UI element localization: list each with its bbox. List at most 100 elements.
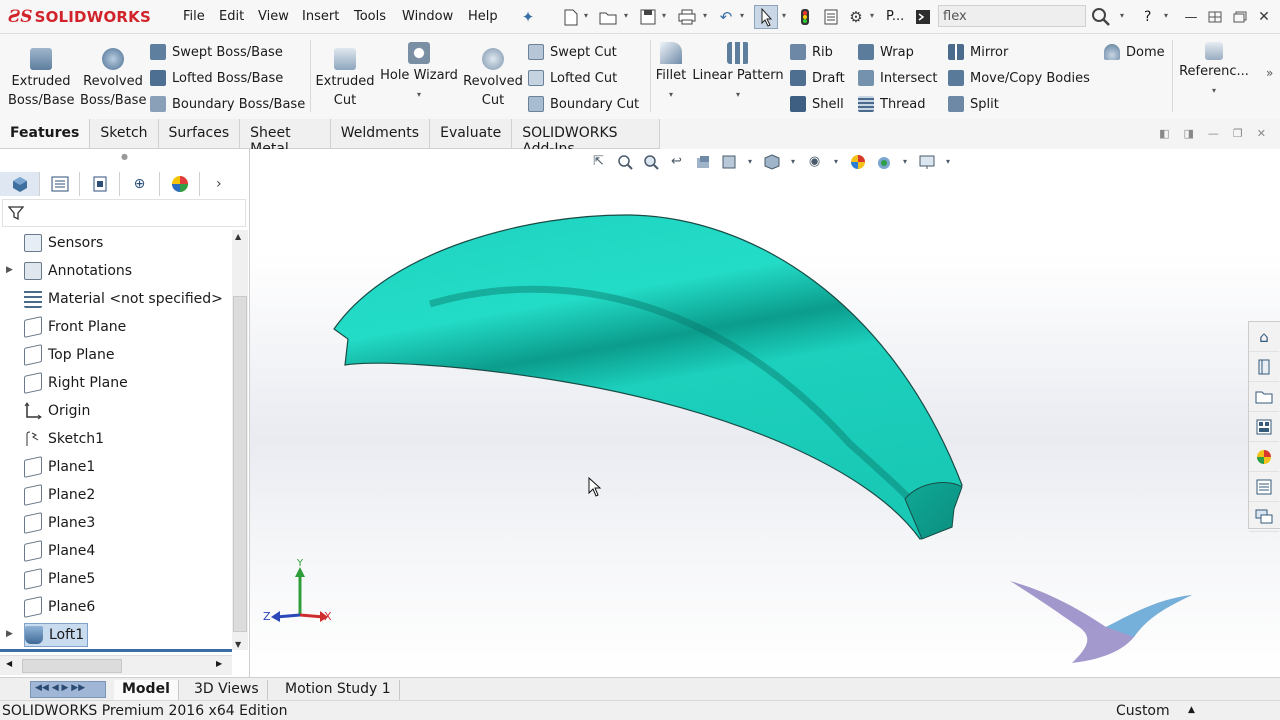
solidworks-logo[interactable]: ƧS SOLIDWORKS [8,3,154,31]
doc-tile-icon[interactable]: ◨ [1184,127,1194,140]
reference-geometry-button[interactable]: Referenc... ▾ [1178,42,1250,100]
thread-button[interactable]: Thread [858,94,925,114]
revolved-boss-button[interactable]: Revolved Boss/Base [80,48,146,110]
menu-file[interactable]: File [183,9,205,24]
tab-evaluate[interactable]: Evaluate [430,119,513,148]
tree-horizontal-scrollbar[interactable]: ◀ ▶ [0,655,232,675]
new-caret-icon[interactable]: ▾ [584,11,588,20]
tab-features[interactable]: Features [0,119,91,148]
more-commands-chevron-icon[interactable]: » [1266,66,1273,80]
expand-arrow-icon[interactable]: ▶ [6,265,13,275]
open-folder-icon[interactable] [598,7,618,27]
pinned-label[interactable]: P... [886,9,904,24]
lofted-cut-button[interactable]: Lofted Cut [528,68,617,88]
view-caret-icon[interactable]: ▾ [746,153,754,170]
search-commands-input[interactable]: flex [938,5,1086,27]
menu-tools[interactable]: Tools [354,9,386,24]
units-caret-icon[interactable]: ▲ [1188,705,1195,715]
reference-geometry-caret-icon[interactable]: ▾ [1178,81,1250,100]
select-caret-icon[interactable]: ▾ [782,11,786,20]
zoom-to-fit-icon[interactable] [616,153,633,170]
dome-button[interactable]: Dome [1104,42,1165,62]
previous-view-icon[interactable]: ↩ [668,153,685,170]
restore-window-icon[interactable] [1232,7,1248,27]
rib-button[interactable]: Rib [790,42,833,62]
scroll-left-arrow-icon[interactable]: ◀ [6,659,12,668]
view-orientation-icon[interactable]: ⇱ [590,153,607,170]
hole-wizard-caret-icon[interactable]: ▾ [380,85,458,104]
tree-item-sketch1[interactable]: Sketch1 [24,427,104,451]
hide-show-caret-icon[interactable]: ▾ [832,153,840,170]
extruded-cut-button[interactable]: Extruded Cut [314,48,376,110]
help-caret-icon[interactable]: ▾ [1164,11,1168,20]
open-caret-icon[interactable]: ▾ [624,11,628,20]
tree-item-loft1[interactable]: Loft1 [24,623,89,647]
print-icon[interactable] [677,7,697,27]
tab-model[interactable]: Model [114,680,179,700]
display-style-icon[interactable] [763,153,780,170]
section-view-icon[interactable] [694,153,711,170]
undo-icon[interactable]: ↶ [716,7,736,27]
split-button[interactable]: Split [948,94,999,114]
forum-icon[interactable] [1249,502,1279,532]
print-caret-icon[interactable]: ▾ [703,11,707,20]
menu-view[interactable]: View [258,9,289,24]
linear-pattern-caret-icon[interactable]: ▾ [692,85,784,104]
scene-caret-icon[interactable]: ▾ [901,153,909,170]
save-caret-icon[interactable]: ▾ [662,11,666,20]
menu-edit[interactable]: Edit [219,9,244,24]
tab-sheet-metal[interactable]: Sheet Metal [240,119,331,157]
tab-weldments[interactable]: Weldments [331,119,431,148]
move-copy-bodies-button[interactable]: Move/Copy Bodies [948,68,1090,88]
tab-motion-study-1[interactable]: Motion Study 1 [277,680,400,700]
configuration-manager-tab-icon[interactable] [80,171,120,196]
revolved-cut-button[interactable]: Revolved Cut [462,48,524,110]
wrap-button[interactable]: Wrap [858,42,914,62]
tree-item-plane6[interactable]: Plane6 [24,595,95,619]
tab-scroll-arrows[interactable]: ◀◀ ◀ ▶ ▶▶ [30,681,106,698]
display-caret-icon[interactable]: ▾ [789,153,797,170]
graphics-area[interactable]: ⇱ ↩ ▾ ▾ ◉ ▾ ▾ ▾ Y X Z ⌂ [250,149,1280,677]
boundary-cut-button[interactable]: Boundary Cut [528,94,639,114]
pin-icon[interactable]: ✦ [520,7,536,27]
view-settings-caret-icon[interactable]: ▾ [944,153,952,170]
doc-close-icon[interactable]: ✕ [1257,127,1266,140]
unit-system-selector[interactable]: Custom [1116,703,1170,719]
doc-maximize-icon[interactable]: ❐ [1233,127,1243,140]
tree-item-plane1[interactable]: Plane1 [24,455,95,479]
doc-restore-icon[interactable]: ◧ [1159,127,1169,140]
tree-item-front-plane[interactable]: Front Plane [24,315,126,339]
panel-grip-icon[interactable]: ● [121,152,128,161]
hide-show-items-icon[interactable]: ◉ [806,153,823,170]
loft-part-model[interactable] [330,209,970,549]
minimize-icon[interactable]: — [1184,7,1198,27]
tree-hscroll-thumb[interactable] [22,659,122,673]
file-explorer-icon[interactable] [1249,382,1279,412]
scroll-up-arrow-icon[interactable]: ▲ [235,232,241,241]
menu-insert[interactable]: Insert [302,9,339,24]
home-icon[interactable]: ⌂ [1249,322,1279,352]
draft-button[interactable]: Draft [790,68,845,88]
search-icon[interactable] [1090,7,1112,27]
scroll-right-arrow-icon[interactable]: ▶ [216,659,222,668]
save-icon[interactable] [639,7,657,27]
appearances-scenes-icon[interactable] [1249,442,1279,472]
tab-sketch[interactable]: Sketch [90,119,159,148]
feature-tree-filter[interactable] [2,199,246,227]
help-button[interactable]: ? [1144,9,1151,25]
hole-wizard-button[interactable]: Hole Wizard ▾ [380,42,458,104]
scroll-down-arrow-icon[interactable]: ▼ [235,640,241,649]
swept-boss-button[interactable]: Swept Boss/Base [150,42,283,62]
apply-scene-icon[interactable] [875,153,892,170]
undo-caret-icon[interactable]: ▾ [740,11,744,20]
swept-cut-button[interactable]: Swept Cut [528,42,617,62]
custom-properties-icon[interactable] [1249,472,1279,502]
options-gear-icon[interactable]: ⚙ [847,7,865,27]
tree-scroll-thumb[interactable] [233,296,247,632]
tree-item-top-plane[interactable]: Top Plane [24,343,114,367]
tab-solidworks-addins[interactable]: SOLIDWORKS Add-Ins [512,119,660,157]
expand-arrow-icon[interactable]: ▶ [6,629,13,639]
view-settings-icon[interactable] [918,153,935,170]
shell-button[interactable]: Shell [790,94,844,114]
tree-item-annotations[interactable]: Annotations [24,259,132,283]
